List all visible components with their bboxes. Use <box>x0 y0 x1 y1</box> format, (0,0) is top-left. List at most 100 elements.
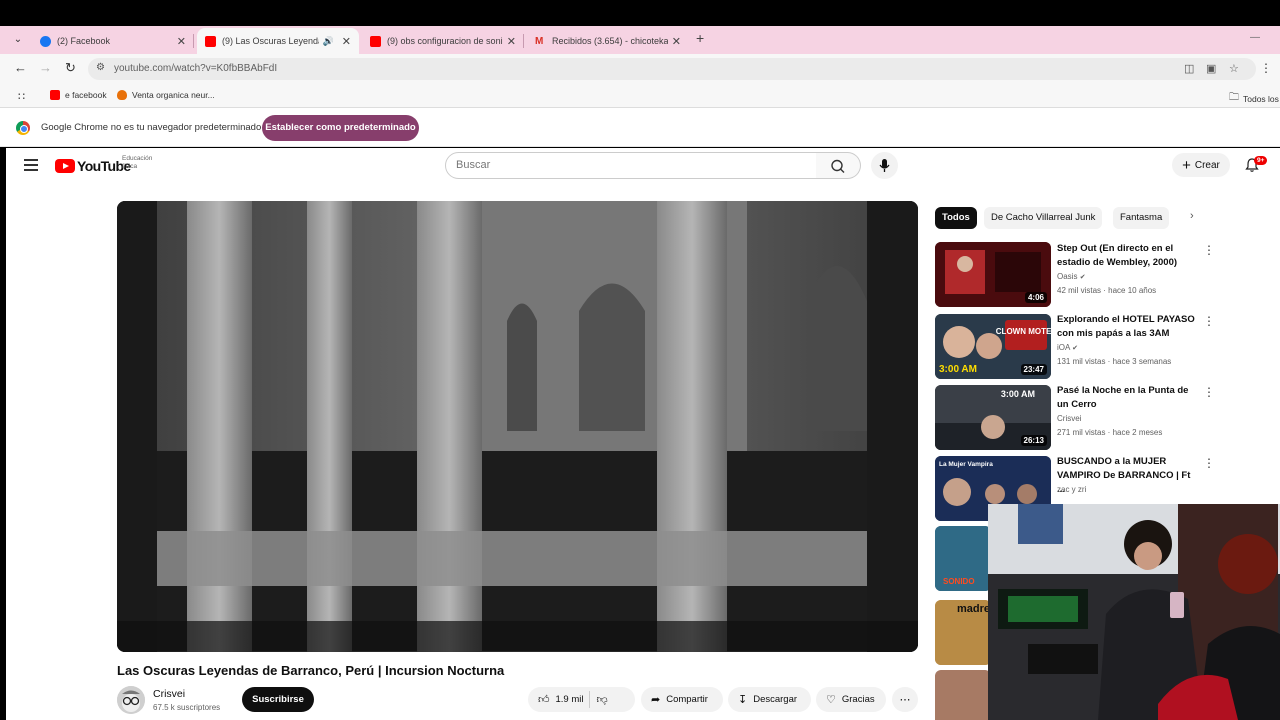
bookmark-label: Venta organica neur... <box>132 90 215 100</box>
channel-avatar[interactable] <box>117 686 145 714</box>
bookmark-venta[interactable]: Venta organica neur... <box>117 90 215 100</box>
download-button[interactable]: ↧ Descargar <box>728 687 811 712</box>
voice-search-button[interactable] <box>871 152 898 179</box>
chip-all[interactable]: Todos <box>935 207 977 229</box>
search-bar <box>445 152 861 179</box>
search-input[interactable] <box>456 159 796 171</box>
thanks-label: Gracias <box>841 694 875 705</box>
cast-icon[interactable]: ◫ <box>1184 62 1194 75</box>
forward-icon[interactable]: → <box>39 60 52 75</box>
folder-icon: 🗀 <box>1229 92 1239 103</box>
left-edge <box>0 148 6 720</box>
tab-title: (9) Las Oscuras Leyendas d <box>222 36 319 46</box>
more-vert-icon[interactable]: ⋮ <box>1203 243 1215 257</box>
more-vert-icon[interactable]: ⋮ <box>1203 385 1215 399</box>
bookmark-facebook[interactable]: e facebook <box>50 90 107 100</box>
related-thumbnail[interactable]: 3:00 AM 26:13 <box>935 385 1051 450</box>
chip-cacho[interactable]: De Cacho Villarreal Junk <box>984 207 1103 229</box>
chevron-right-icon[interactable]: › <box>1190 210 1194 222</box>
bookmark-star-icon[interactable]: ☆ <box>1229 62 1239 75</box>
site-info-icon[interactable]: ⚙ <box>96 62 105 73</box>
related-title[interactable]: Explorando el HOTEL PAYASO con mis papás… <box>1057 313 1199 341</box>
related-channel[interactable]: Oasis ✔ <box>1057 272 1086 281</box>
search-icon <box>831 159 845 173</box>
dislike-icon[interactable]: 👎︎ <box>596 693 607 706</box>
more-vert-icon[interactable]: ⋮ <box>1203 314 1215 328</box>
verified-icon: ✔ <box>1079 274 1086 281</box>
duration-badge: 26:13 <box>1020 435 1047 446</box>
close-icon[interactable]: ✕ <box>342 35 351 48</box>
tab-facebook[interactable]: (2) Facebook ✕ <box>32 28 194 54</box>
set-default-button[interactable]: Establecer como predeterminado <box>262 115 419 141</box>
speaker-icon[interactable]: 🔊 <box>323 36 334 47</box>
more-actions-button[interactable]: ⋯ <box>892 687 918 712</box>
video-player[interactable] <box>117 201 918 652</box>
channel-label: Oasis <box>1057 272 1078 281</box>
all-bookmarks[interactable]: 🗀 Todos los <box>1229 90 1279 107</box>
like-dislike-group: 👍︎ 1.9 mil 👎︎ <box>528 687 635 712</box>
related-channel[interactable]: Crisvei <box>1057 414 1081 423</box>
related-title[interactable]: Pasé la Noche en la Punta de un Cerro <box>1057 384 1199 412</box>
tab-youtube-obs[interactable]: (9) obs configuracion de sonid ✕ <box>362 28 524 54</box>
duration-badge: 4:06 <box>1024 292 1047 303</box>
related-channel[interactable]: zac y zri <box>1057 485 1086 494</box>
tab-search-button[interactable]: ⌄ <box>8 31 28 49</box>
tab-title: (2) Facebook <box>57 36 111 46</box>
like-count[interactable]: 1.9 mil <box>556 694 584 705</box>
browser-menu-icon[interactable]: ⋮ <box>1260 61 1272 75</box>
address-bar[interactable]: ⚙ youtube.com/watch?v=K0fbBBAbFdI ◫ ▣ ☆ <box>88 58 1256 80</box>
notification-badge: 9+ <box>1254 156 1268 165</box>
search-box[interactable] <box>445 152 817 179</box>
share-button[interactable]: ➦ Compartir <box>641 687 723 712</box>
youtube-logo[interactable]: YouTube <box>55 158 131 174</box>
subscribe-button[interactable]: Suscribirse <box>242 687 314 712</box>
like-icon[interactable]: 👍︎ <box>538 693 550 706</box>
close-icon[interactable]: ✕ <box>672 35 681 48</box>
related-thumbnail[interactable]: madre <box>935 600 991 665</box>
related-thumbnail[interactable]: SONIDO <box>935 526 991 591</box>
close-icon[interactable]: ✕ <box>177 35 186 48</box>
search-button[interactable] <box>816 152 861 179</box>
tab-gmail[interactable]: M Recibidos (3.654) - chicotekape ✕ <box>527 28 689 54</box>
thanks-button[interactable]: ♡ Gracias <box>816 687 886 712</box>
thumbnail-image: SONIDO <box>935 526 991 591</box>
three-am-text: 3:00 AM <box>1001 389 1035 399</box>
related-thumbnail[interactable]: CLOWN MOTEL 3:00 AM 23:47 <box>935 314 1051 379</box>
translate-icon[interactable]: ▣ <box>1206 62 1216 75</box>
gmail-icon: M <box>535 35 544 47</box>
infobar-message: Google Chrome no es tu navegador predete… <box>41 122 262 133</box>
minimize-icon[interactable]: — <box>1250 32 1260 43</box>
bookmarks-bar: ∷ e facebook Venta organica neur... 🗀 To… <box>0 84 1280 108</box>
webcam-overlay <box>988 504 1280 720</box>
apps-icon[interactable]: ∷ <box>18 90 25 103</box>
country-label: Educación física <box>122 155 153 170</box>
related-thumbnail[interactable] <box>935 670 991 720</box>
back-icon[interactable]: ← <box>14 60 27 75</box>
create-button[interactable]: + Crear <box>1172 153 1230 177</box>
channel-name[interactable]: Crisvei <box>153 688 185 700</box>
bookmark-label: Todos los <box>1243 93 1279 104</box>
video-title: Las Oscuras Leyendas de Barranco, Perú |… <box>117 663 505 678</box>
plus-icon: + <box>1182 156 1191 174</box>
clown-motel-text: CLOWN MOTEL <box>996 327 1051 336</box>
more-icon: ⋯ <box>899 694 911 706</box>
url-text[interactable]: youtube.com/watch?v=K0fbBBAbFdI <box>114 63 277 74</box>
chip-fantasma[interactable]: Fantasma <box>1113 207 1170 229</box>
duration-badge: 23:47 <box>1020 364 1047 375</box>
related-channel[interactable]: iOA ✔ <box>1057 343 1078 352</box>
reload-icon[interactable]: ↻ <box>65 60 76 76</box>
menu-icon[interactable] <box>24 159 38 171</box>
microphone-icon <box>879 159 890 172</box>
default-browser-infobar: Google Chrome no es tu navegador predete… <box>0 108 1280 147</box>
new-tab-button[interactable]: + <box>696 30 704 46</box>
tab-youtube-active[interactable]: (9) Las Oscuras Leyendas d 🔊 ✕ <box>197 28 359 54</box>
youtube-play-icon <box>55 159 75 173</box>
tab-title: Recibidos (3.654) - chicotekape <box>552 36 668 46</box>
related-title[interactable]: Step Out (En directo en el estadio de We… <box>1057 242 1199 270</box>
related-thumbnail[interactable]: 4:06 <box>935 242 1051 307</box>
verified-icon: ✔ <box>1072 345 1079 352</box>
close-icon[interactable]: ✕ <box>507 35 516 48</box>
madre-text: madre <box>957 603 990 615</box>
more-vert-icon[interactable]: ⋮ <box>1203 456 1215 470</box>
related-meta: 271 mil vistas · hace 2 meses <box>1057 428 1163 437</box>
